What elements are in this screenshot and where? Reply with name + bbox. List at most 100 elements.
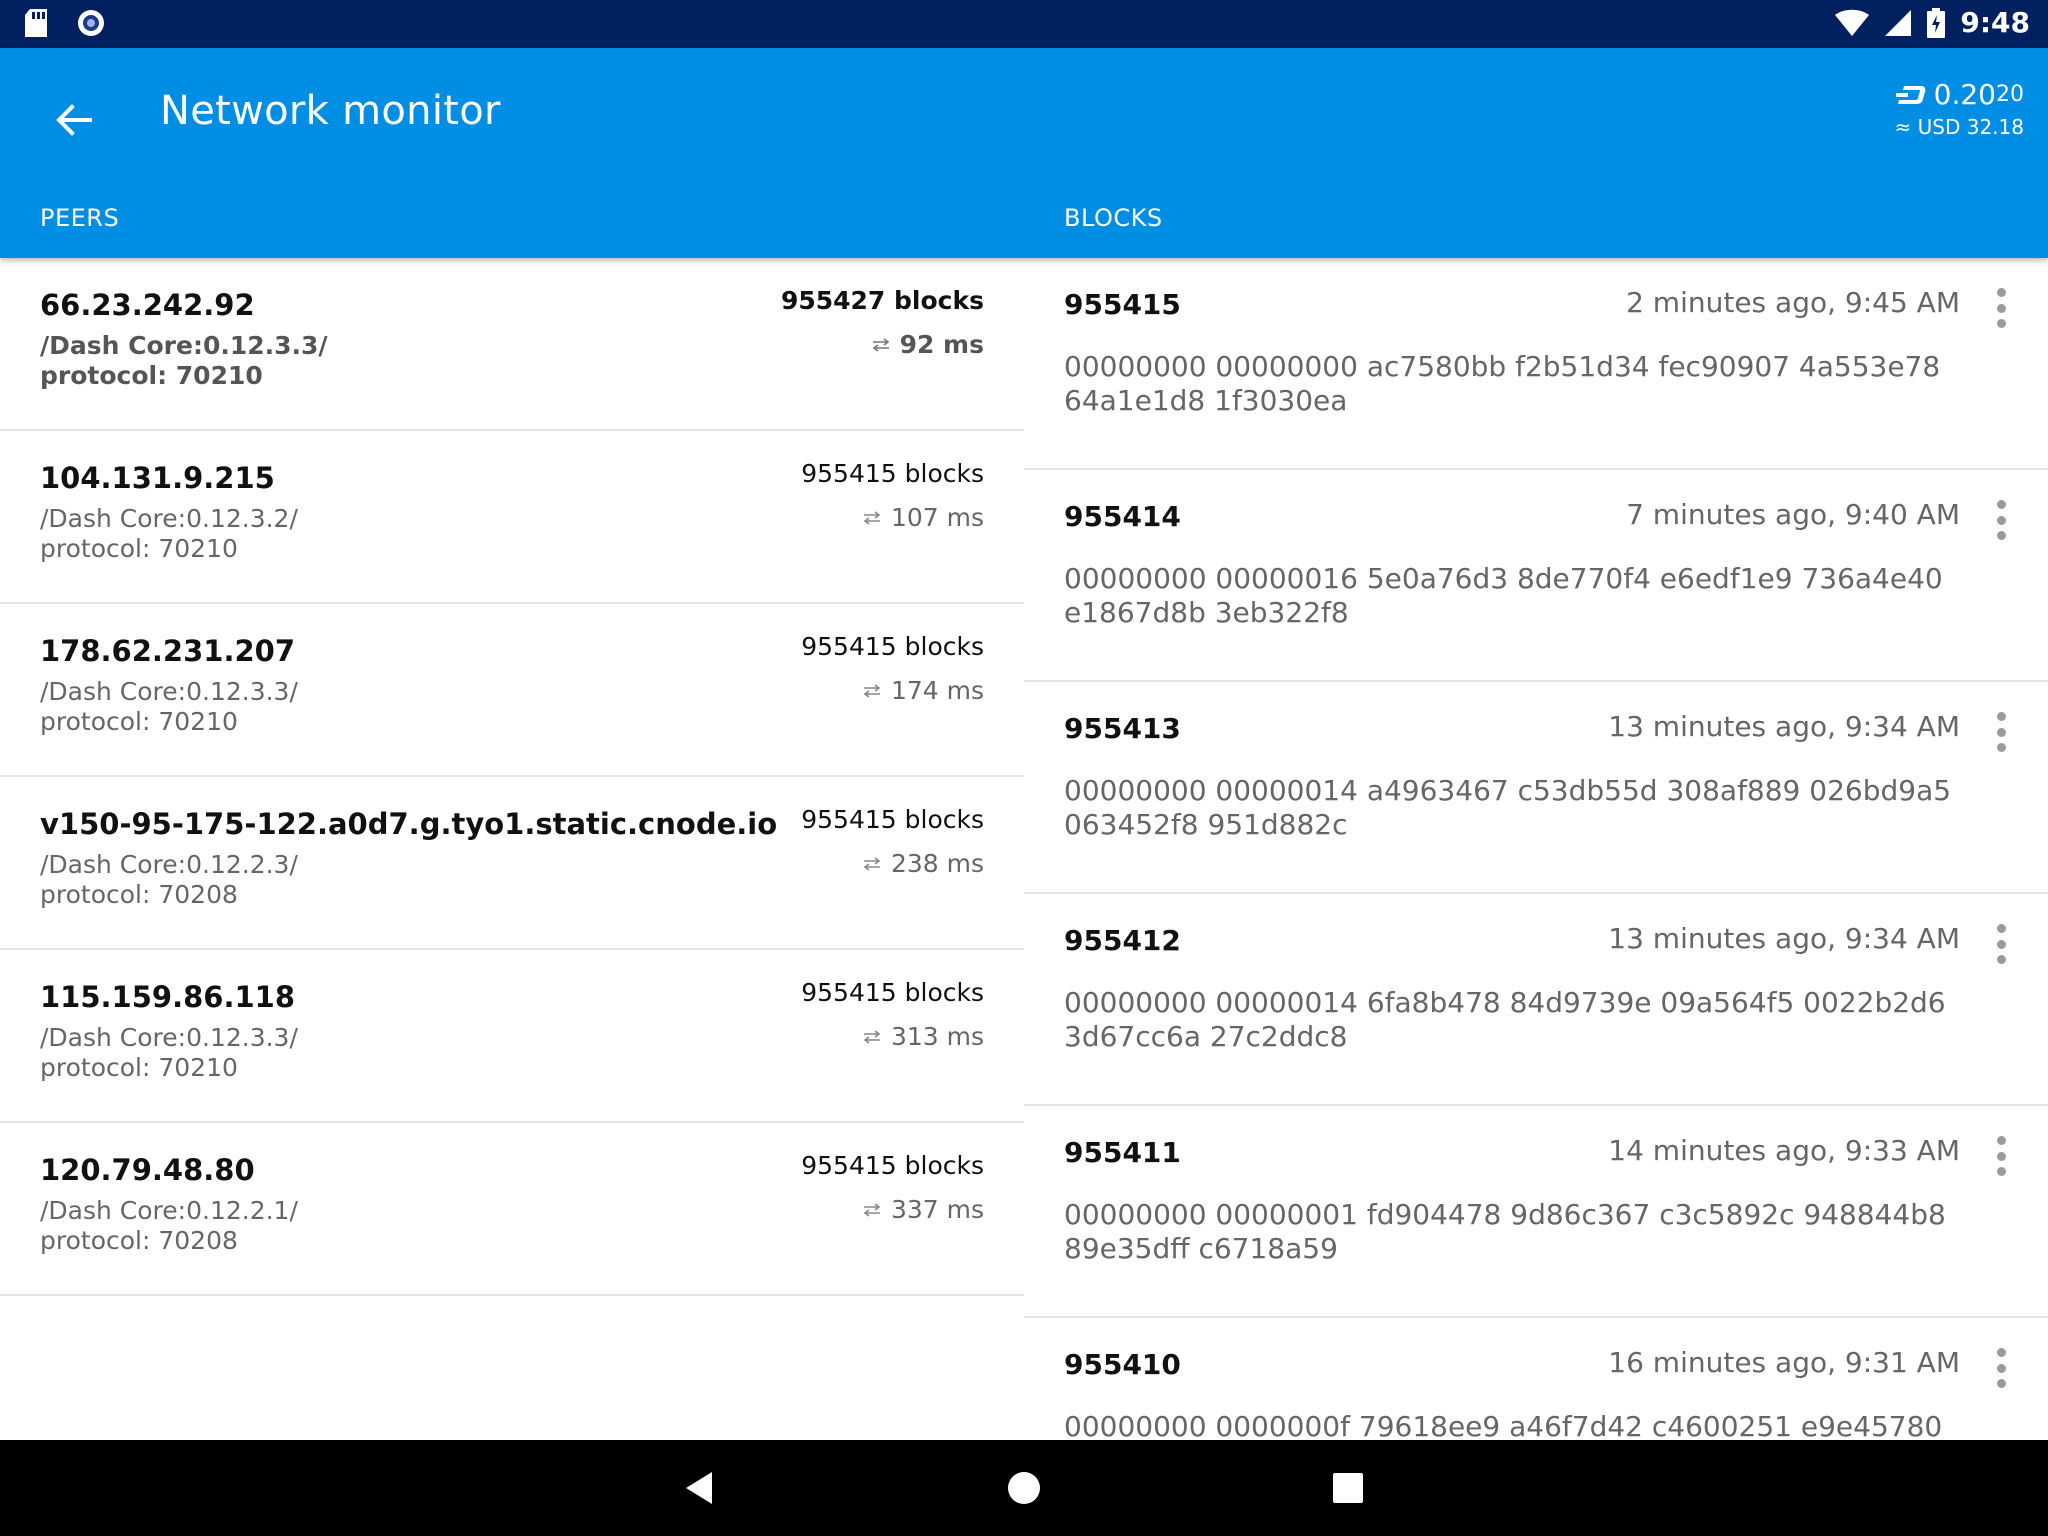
block-time: 7 minutes ago, 9:40 AM — [1626, 498, 1960, 531]
peer-ping: 92 ms — [872, 330, 984, 359]
sync-icon — [78, 10, 104, 36]
peer-protocol: protocol: 70208 — [40, 1226, 238, 1255]
ping-arrows-icon — [863, 1029, 881, 1044]
peers-list[interactable]: 66.23.242.92 /Dash Core:0.12.3.3/ protoc… — [0, 258, 1024, 1440]
balance-main-value: 0.20 — [1933, 78, 1996, 111]
peer-host: 120.79.48.80 — [40, 1153, 255, 1187]
block-row[interactable]: 955411 14 minutes ago, 9:33 AM 00000000 … — [1024, 1106, 2048, 1318]
peer-row: 104.131.9.215 /Dash Core:0.12.3.2/ proto… — [0, 431, 1024, 604]
peer-row: v150-95-175-122.a0d7.g.tyo1.static.cnode… — [0, 777, 1024, 950]
nav-recents-button[interactable] — [1324, 1464, 1372, 1512]
balance-small-digits: 20 — [1996, 82, 2024, 107]
balance-fiat: ≈ USD 32.18 — [1895, 115, 2024, 139]
peer-height: 955415 blocks — [801, 1151, 984, 1180]
more-vert-icon[interactable] — [1994, 500, 2008, 540]
back-button[interactable] — [46, 92, 102, 148]
nav-recents-icon — [1333, 1473, 1363, 1503]
peer-host: 178.62.231.207 — [40, 634, 296, 668]
peer-version: /Dash Core:0.12.3.2/ — [40, 504, 298, 533]
block-row[interactable]: 955414 7 minutes ago, 9:40 AM 00000000 0… — [1024, 470, 2048, 682]
block-hash: 00000000 00000000 ac7580bb f2b51d34 fec9… — [1064, 350, 1941, 417]
block-hash: 00000000 00000014 6fa8b478 84d9739e 09a5… — [1064, 986, 1946, 1053]
peer-version: /Dash Core:0.12.2.1/ — [40, 1196, 298, 1225]
peer-host: 66.23.242.92 — [40, 288, 255, 322]
signal-icon — [1885, 9, 1912, 36]
sd-card-icon — [25, 9, 47, 37]
blocks-list[interactable]: 955415 2 minutes ago, 9:45 AM 00000000 0… — [1024, 258, 2048, 1440]
block-time: 16 minutes ago, 9:31 AM — [1608, 1346, 1960, 1379]
nav-home-icon — [1008, 1472, 1040, 1504]
status-bar: 9:48 — [0, 0, 2048, 48]
peer-ping-value: 313 ms — [890, 1022, 984, 1051]
peer-ping-value: 107 ms — [890, 503, 984, 532]
block-time: 14 minutes ago, 9:33 AM — [1608, 1134, 1960, 1167]
peer-row: 120.79.48.80 /Dash Core:0.12.2.1/ protoc… — [0, 1123, 1024, 1296]
peer-ping: 238 ms — [863, 849, 984, 878]
peer-version: /Dash Core:0.12.3.3/ — [40, 1023, 298, 1052]
peer-height: 955415 blocks — [801, 632, 984, 661]
ping-arrows-icon — [863, 856, 881, 871]
peer-protocol: protocol: 70210 — [40, 1053, 238, 1082]
peer-ping-value: 92 ms — [899, 330, 984, 359]
navigation-bar — [0, 1440, 2048, 1536]
more-vert-icon[interactable] — [1994, 924, 2008, 964]
block-row[interactable]: 955410 16 minutes ago, 9:31 AM 00000000 … — [1024, 1318, 2048, 1440]
dash-logo-icon — [1895, 85, 1926, 104]
block-height: 955412 — [1064, 924, 1181, 957]
fiat-value: 32.18 — [1966, 115, 2024, 139]
more-vert-icon[interactable] — [1994, 1136, 2008, 1176]
peer-protocol: protocol: 70210 — [40, 534, 238, 563]
peer-host: v150-95-175-122.a0d7.g.tyo1.static.cnode… — [40, 807, 778, 841]
ping-arrows-icon — [863, 683, 881, 698]
block-height: 955410 — [1064, 1348, 1181, 1381]
peer-ping-value: 174 ms — [890, 676, 984, 705]
peer-height: 955415 blocks — [801, 459, 984, 488]
peer-row: 66.23.242.92 /Dash Core:0.12.3.3/ protoc… — [0, 258, 1024, 431]
block-time: 13 minutes ago, 9:34 AM — [1608, 710, 1960, 743]
peer-ping: 337 ms — [863, 1195, 984, 1224]
more-vert-icon[interactable] — [1994, 1348, 2008, 1388]
peer-version: /Dash Core:0.12.2.3/ — [40, 850, 298, 879]
nav-back-icon — [686, 1472, 712, 1504]
status-time: 9:48 — [1960, 6, 2030, 39]
peer-ping: 174 ms — [863, 676, 984, 705]
block-hash: 00000000 00000001 fd904478 9d86c367 c3c5… — [1064, 1198, 1946, 1265]
block-height: 955411 — [1064, 1136, 1181, 1169]
more-vert-icon[interactable] — [1994, 288, 2008, 328]
tab-blocks: BLOCKS — [1064, 204, 1163, 232]
peer-version: /Dash Core:0.12.3.3/ — [40, 331, 328, 360]
tab-peers: PEERS — [40, 204, 120, 232]
peer-row: 115.159.86.118 /Dash Core:0.12.3.3/ prot… — [0, 950, 1024, 1123]
battery-icon — [1927, 7, 1946, 38]
block-row[interactable]: 955415 2 minutes ago, 9:45 AM 00000000 0… — [1024, 258, 2048, 470]
peer-host: 104.131.9.215 — [40, 461, 275, 495]
peer-row: 178.62.231.207 /Dash Core:0.12.3.3/ prot… — [0, 604, 1024, 777]
page-title: Network monitor — [160, 88, 501, 134]
block-time: 13 minutes ago, 9:34 AM — [1608, 922, 1960, 955]
nav-back-button[interactable] — [676, 1464, 724, 1512]
ping-arrows-icon — [863, 510, 881, 525]
nav-home-button[interactable] — [1000, 1464, 1048, 1512]
peer-ping: 107 ms — [863, 503, 984, 532]
peer-protocol: protocol: 70208 — [40, 880, 238, 909]
block-hash: 00000000 0000000f 79618ee9 a46f7d42 c460… — [1064, 1410, 1943, 1440]
block-hash: 00000000 00000014 a4963467 c53db55d 308a… — [1064, 774, 1952, 841]
peer-height: 955415 blocks — [801, 978, 984, 1007]
back-arrow-icon — [56, 104, 92, 136]
peer-protocol: protocol: 70210 — [40, 361, 263, 390]
peer-version: /Dash Core:0.12.3.3/ — [40, 677, 298, 706]
block-time: 2 minutes ago, 9:45 AM — [1626, 286, 1960, 319]
peer-ping: 313 ms — [863, 1022, 984, 1051]
peer-ping-value: 337 ms — [890, 1195, 984, 1224]
more-vert-icon[interactable] — [1994, 712, 2008, 752]
wifi-icon — [1835, 9, 1870, 36]
ping-arrows-icon — [863, 1202, 881, 1217]
fiat-label: ≈ USD — [1894, 115, 1961, 139]
block-row[interactable]: 955412 13 minutes ago, 9:34 AM 00000000 … — [1024, 894, 2048, 1106]
block-row[interactable]: 955413 13 minutes ago, 9:34 AM 00000000 … — [1024, 682, 2048, 894]
block-height: 955413 — [1064, 712, 1181, 745]
app-bar: Network monitor 0.20 20 ≈ USD 32.18 PEERS… — [0, 48, 2048, 258]
peer-host: 115.159.86.118 — [40, 980, 296, 1014]
peer-height: 955427 blocks — [780, 286, 984, 315]
balance-display: 0.20 20 ≈ USD 32.18 — [1895, 78, 2024, 139]
